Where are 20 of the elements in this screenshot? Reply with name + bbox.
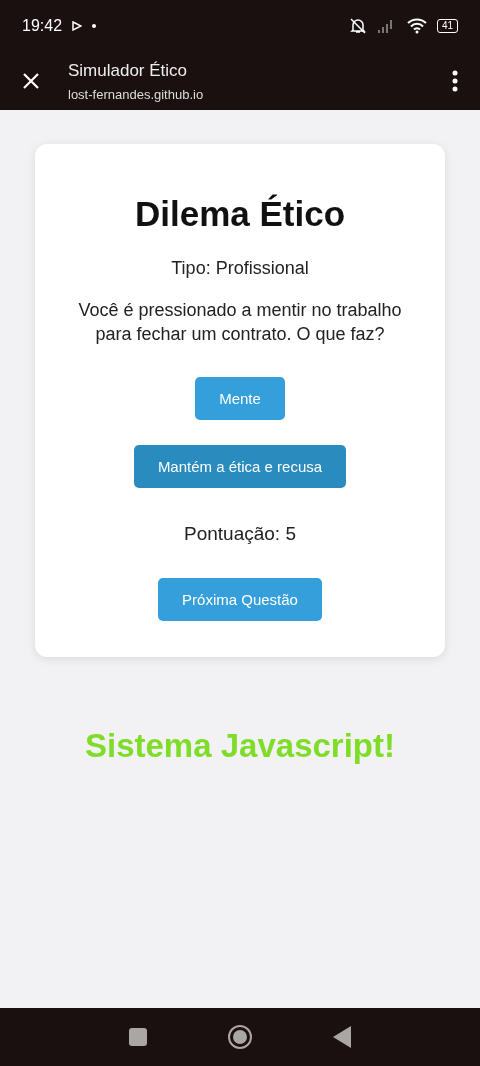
menu-icon[interactable] (452, 70, 458, 92)
answer-button[interactable]: Mantém a ética e recusa (133, 445, 347, 488)
muted-bell-icon (348, 17, 367, 35)
footer-heading: Sistema Javascript! (85, 727, 395, 765)
wifi-icon (406, 18, 427, 34)
close-icon[interactable] (22, 72, 40, 90)
dilemma-type: Tipo: Profissional (171, 257, 309, 280)
battery-icon: 41 (436, 19, 458, 33)
answer-button[interactable]: Mente (195, 377, 285, 420)
page-url: lost-fernandes.github.io (68, 86, 205, 102)
play-icon (72, 21, 83, 31)
status-time: 19:42 (22, 17, 63, 35)
back-icon[interactable] (333, 1026, 351, 1048)
dot-icon (92, 24, 97, 28)
dilemma-title: Dilema Ético (134, 194, 346, 234)
page-title: Simulador Ético (68, 60, 189, 81)
question-text: Você é pressionado a mentir no trabalho para fechar um contrato. O que faz? (77, 299, 403, 346)
next-question-button[interactable]: Próxima Questão (158, 578, 322, 621)
score-text: Pontuação: 5 (184, 522, 296, 546)
home-icon[interactable] (227, 1024, 253, 1050)
